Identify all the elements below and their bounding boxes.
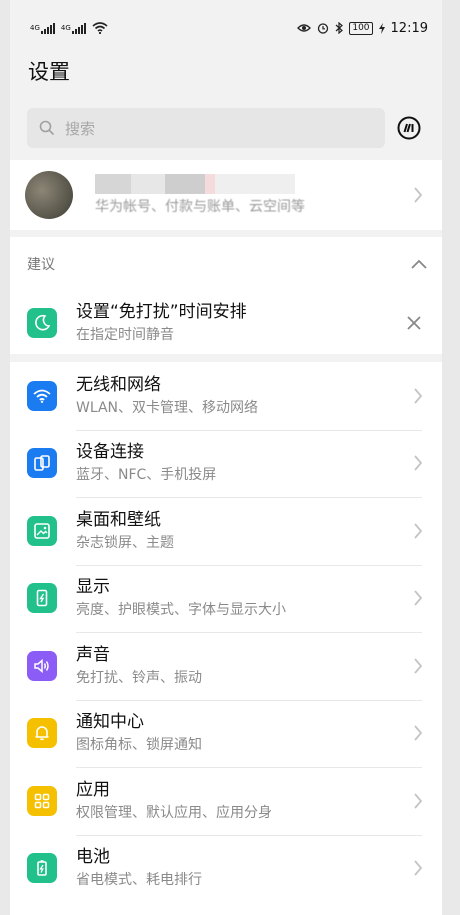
menu-item-desktop-wallpaper[interactable]: 桌面和壁纸杂志锁屏、主题: [10, 497, 442, 565]
menu-item-label: 电池: [76, 847, 110, 868]
display-icon: [27, 583, 57, 614]
menu-item-subtitle: 省电模式、耗电排行: [76, 872, 202, 889]
moon-icon: [27, 307, 57, 338]
chevron-right-icon: [414, 388, 423, 404]
menu-item-subtitle: 杂志锁屏、主题: [76, 534, 174, 551]
search-placeholder: 搜索: [65, 119, 96, 138]
wifi-icon: [27, 380, 57, 411]
chevron-right-icon: [414, 523, 423, 539]
eye-comfort-icon: [297, 23, 312, 33]
battery-level: 100: [349, 21, 373, 35]
suggestion-item[interactable]: 设置“免打扰”时间安排 在指定时间静音: [10, 291, 442, 354]
chevron-right-icon: [414, 793, 423, 809]
menu-item-subtitle: 亮度、护眼模式、字体与显示大小: [76, 602, 286, 619]
account-name-redacted: [95, 174, 295, 194]
chevron-right-icon: [414, 187, 423, 203]
wifi-status-icon: [92, 22, 108, 34]
page-title: 设置: [28, 60, 70, 84]
menu-item-label: 显示: [76, 577, 110, 598]
charging-icon: [378, 22, 385, 34]
menu-item-label: 通知中心: [76, 712, 144, 733]
menu-item-label: 无线和网络: [76, 374, 161, 395]
suggestion-header: 建议: [27, 257, 55, 273]
suggestion-card: 建议 设置“免打扰”时间安排 在指定时间静音: [10, 237, 442, 354]
menu-item-sound[interactable]: 声音免打扰、铃声、振动: [10, 632, 442, 700]
sound-icon: [27, 650, 57, 681]
menu-item-label: 桌面和壁纸: [76, 509, 161, 530]
menu-item-label: 设备连接: [76, 442, 144, 463]
network-type: 4G: [30, 24, 40, 32]
menu-item-subtitle: 蓝牙、NFC、手机投屏: [76, 467, 217, 484]
menu-item-wireless-network[interactable]: 无线和网络 WLAN、双卡管理、移动网络: [10, 362, 442, 430]
chevron-right-icon: [414, 455, 423, 471]
search-input[interactable]: 搜索: [27, 108, 385, 148]
chevron-right-icon: [414, 725, 423, 741]
device-connect-icon: [27, 448, 57, 479]
chevron-right-icon: [414, 860, 423, 876]
close-icon[interactable]: [406, 315, 422, 331]
suggestion-title: 设置“免打扰”时间安排: [76, 301, 247, 322]
search-icon: [39, 120, 55, 136]
menu-item-subtitle: 图标角标、锁屏通知: [76, 737, 202, 754]
chevron-up-icon[interactable]: [410, 258, 428, 270]
menu-item-battery[interactable]: 电池省电模式、耗电排行: [10, 834, 442, 903]
account-card[interactable]: 华为帐号、付款与账单、云空间等: [10, 160, 442, 230]
signal-icon: 4G: [60, 22, 86, 34]
settings-screen: 4G 4G 100 12:19 设置 搜索 华为帐号、付款与账单、云空间等 建议…: [10, 0, 442, 915]
bluetooth-icon: [335, 22, 344, 34]
clock: 12:19: [390, 20, 428, 36]
battery-icon: [27, 853, 57, 884]
menu-item-subtitle: 权限管理、默认应用、应用分身: [76, 804, 272, 821]
apps-icon: [27, 785, 57, 816]
suggestion-subtitle: 在指定时间静音: [76, 326, 174, 343]
bell-icon: [27, 718, 57, 749]
menu-item-subtitle: WLAN、双卡管理、移动网络: [76, 399, 259, 416]
chevron-right-icon: [414, 658, 423, 674]
menu-item-subtitle: 免打扰、铃声、振动: [76, 669, 202, 686]
menu-item-label: 应用: [76, 779, 110, 800]
alarm-icon: [317, 22, 329, 34]
menu-item-display[interactable]: 显示亮度、护眼模式、字体与显示大小: [10, 564, 442, 633]
settings-menu: 无线和网络 WLAN、双卡管理、移动网络 设备连接蓝牙、NFC、手机投屏 桌面和壁…: [10, 362, 442, 915]
menu-item-label: 声音: [76, 644, 110, 665]
signal-icon: 4G: [30, 22, 55, 34]
chevron-right-icon: [414, 590, 423, 606]
status-bar: 4G 4G 100 12:19: [10, 0, 442, 56]
avatar: [25, 171, 73, 219]
wallpaper-icon: [27, 515, 57, 546]
account-subtitle: 华为帐号、付款与账单、云空间等: [95, 199, 305, 215]
hisuite-icon[interactable]: [397, 116, 421, 140]
menu-item-apps[interactable]: 应用权限管理、默认应用、应用分身: [10, 767, 442, 835]
network-type: 4G: [60, 24, 71, 32]
menu-item-device-connection[interactable]: 设备连接蓝牙、NFC、手机投屏: [10, 429, 442, 498]
menu-item-notification-center[interactable]: 通知中心图标角标、锁屏通知: [10, 699, 442, 768]
